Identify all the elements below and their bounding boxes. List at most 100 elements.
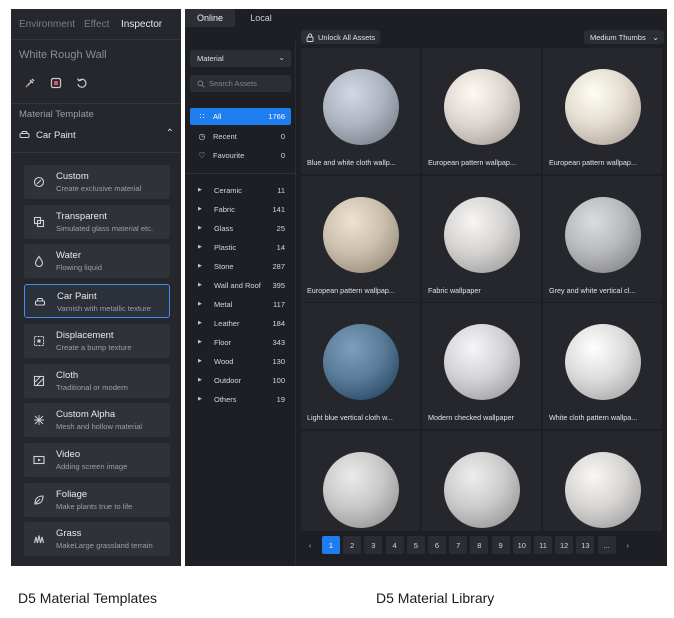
template-title: Car Paint [57, 291, 97, 303]
asset-tile[interactable]: Grey and white vertical cl... [543, 175, 662, 302]
template-card-video[interactable]: Video Adding screen image [24, 442, 170, 477]
category-item[interactable]: ▶ Fabric 141 [190, 201, 291, 217]
category-item[interactable]: ▶ Ceramic 11 [190, 182, 291, 198]
category-item[interactable]: ▶ Stone 287 [190, 258, 291, 274]
material-preview-sphere [565, 324, 641, 400]
category-item[interactable]: ▶ Floor 343 [190, 334, 291, 350]
nav-item-all[interactable]: ∷ All 1766 [190, 108, 291, 125]
asset-name: Light blue vertical cloth w... [307, 413, 393, 422]
caret-right-icon: ▶ [198, 396, 202, 402]
category-item[interactable]: ▶ Glass 25 [190, 220, 291, 236]
asset-tile[interactable]: European pattern wallpap... [301, 175, 420, 302]
material-preview-sphere [444, 324, 520, 400]
template-card-water[interactable]: Water Flowing liquid [24, 244, 170, 279]
asset-name: Blue and white cloth wallp... [307, 158, 396, 167]
asset-tile[interactable]: European pattern wallpap... [543, 48, 662, 174]
unlock-all-assets-button[interactable]: Unlock All Assets [301, 30, 380, 44]
page-button[interactable]: 3 [364, 536, 383, 554]
material-preview-sphere [444, 196, 520, 273]
nav-item-recent[interactable]: ◷ Recent 0 [190, 128, 291, 145]
eyedropper-icon[interactable] [19, 73, 41, 93]
template-card-grass[interactable]: Grass MakeLarge grassland terrain [24, 522, 170, 557]
page-button[interactable]: 9 [491, 536, 510, 554]
template-card-displacement[interactable]: Displacement Create a bump texture [24, 323, 170, 358]
template-card-cloth[interactable]: Cloth Traditional or modern [24, 363, 170, 398]
divider [295, 41, 296, 566]
page-button[interactable]: 5 [406, 536, 425, 554]
category-label: Fabric [214, 204, 235, 214]
category-count: 19 [276, 394, 285, 404]
asset-name: European pattern wallpap... [307, 285, 395, 295]
material-preview-sphere [565, 196, 641, 273]
category-item[interactable]: ▶ Wall and Roof 395 [190, 277, 291, 293]
category-label: Wood [214, 356, 234, 366]
tab-local[interactable]: Local [237, 9, 285, 27]
water-drop-icon [31, 253, 47, 269]
category-label: Plastic [214, 242, 237, 252]
category-item[interactable]: ▶ Leather 184 [190, 315, 291, 331]
page-button[interactable]: 4 [385, 536, 404, 554]
asset-tile[interactable]: European pattern wallpap... [422, 48, 541, 174]
clock-icon: ◷ [198, 131, 206, 141]
material-template-dropdown[interactable]: Car Paint ⌃ [19, 126, 174, 144]
thumb-size-select[interactable]: Medium Thumbs ⌄ [584, 30, 664, 44]
search-input[interactable]: Search Assets [190, 75, 291, 92]
category-item[interactable]: ▶ Plastic 14 [190, 239, 291, 255]
page-button[interactable]: 6 [428, 536, 446, 554]
asset-name: Modern checked wallpaper [428, 413, 514, 422]
asset-tile[interactable]: Blue and white cloth wallp... [301, 48, 420, 174]
page-button[interactable]: 12 [555, 536, 574, 554]
page-button[interactable]: ... [597, 536, 616, 554]
caret-right-icon: ▶ [198, 282, 202, 288]
page-button[interactable]: 10 [512, 536, 531, 554]
template-card-transparent[interactable]: Transparent Simulated glass material etc. [24, 204, 170, 239]
tab-online[interactable]: Online [185, 9, 235, 27]
caret-right-icon: ▶ [198, 358, 202, 364]
section-label-material-template: Material Template [19, 109, 94, 120]
material-name[interactable]: White Rough Wall [19, 49, 107, 61]
tab-environment[interactable]: Environment [19, 19, 75, 30]
category-count: 343 [272, 337, 285, 347]
category-item[interactable]: ▶ Outdoor 100 [190, 372, 291, 388]
inspector-tabs: Environment Effect Inspector [11, 9, 181, 39]
asset-tile[interactable] [422, 430, 541, 531]
asset-type-dropdown[interactable]: Material ⌄ [190, 50, 291, 67]
template-card-custom[interactable]: Custom Create exclusive material [24, 165, 170, 199]
category-count: 130 [272, 356, 285, 366]
tab-inspector[interactable]: Inspector [121, 19, 162, 30]
category-item[interactable]: ▶ Others 19 [190, 391, 291, 407]
reset-icon[interactable] [71, 73, 93, 93]
template-card-foliage[interactable]: Foliage Make plants true to life [24, 482, 170, 517]
category-item[interactable]: ▶ Metal 117 [190, 296, 291, 312]
page-button[interactable]: 13 [576, 536, 595, 554]
chevron-right-icon[interactable]: › [619, 536, 637, 554]
page-button[interactable]: 2 [343, 536, 362, 554]
asset-tile[interactable]: White cloth pattern wallpa... [543, 303, 662, 429]
category-count: 395 [272, 280, 285, 290]
template-title: Grass [56, 528, 82, 540]
category-count: 100 [272, 375, 285, 385]
search-icon [197, 79, 205, 88]
nav-count: 1766 [268, 112, 285, 121]
material-preview-sphere [323, 69, 399, 145]
tab-effect[interactable]: Effect [84, 19, 109, 30]
asset-tile[interactable]: Fabric wallpaper [422, 175, 541, 302]
page-button[interactable]: 7 [449, 536, 468, 554]
caret-right-icon: ▶ [198, 301, 202, 307]
pagination: ‹ 1 2 3 4 5 6 7 8 9 10 11 12 13... › [301, 535, 664, 555]
asset-tile[interactable]: Modern checked wallpaper [422, 303, 541, 429]
nav-count: 0 [280, 151, 285, 160]
category-item[interactable]: ▶ Wood 130 [190, 353, 291, 369]
asset-tile[interactable] [301, 430, 420, 531]
template-card-car-paint[interactable]: Car Paint Varnish with metallic texture [24, 284, 170, 319]
page-button[interactable]: 8 [470, 536, 489, 554]
template-card-custom-alpha[interactable]: Custom Alpha Mesh and hollow material [24, 403, 170, 438]
asset-tile[interactable] [543, 430, 662, 531]
page-button[interactable]: 1 [322, 536, 340, 554]
chevron-left-icon[interactable]: ‹ [301, 536, 319, 554]
nav-item-favourite[interactable]: ♡ Favourite 0 [190, 147, 291, 164]
page-button[interactable]: 11 [534, 536, 552, 554]
material-assign-icon[interactable] [45, 73, 67, 93]
template-subtitle: Varnish with metallic texture [57, 304, 151, 314]
asset-tile[interactable]: Light blue vertical cloth w... [301, 303, 420, 429]
